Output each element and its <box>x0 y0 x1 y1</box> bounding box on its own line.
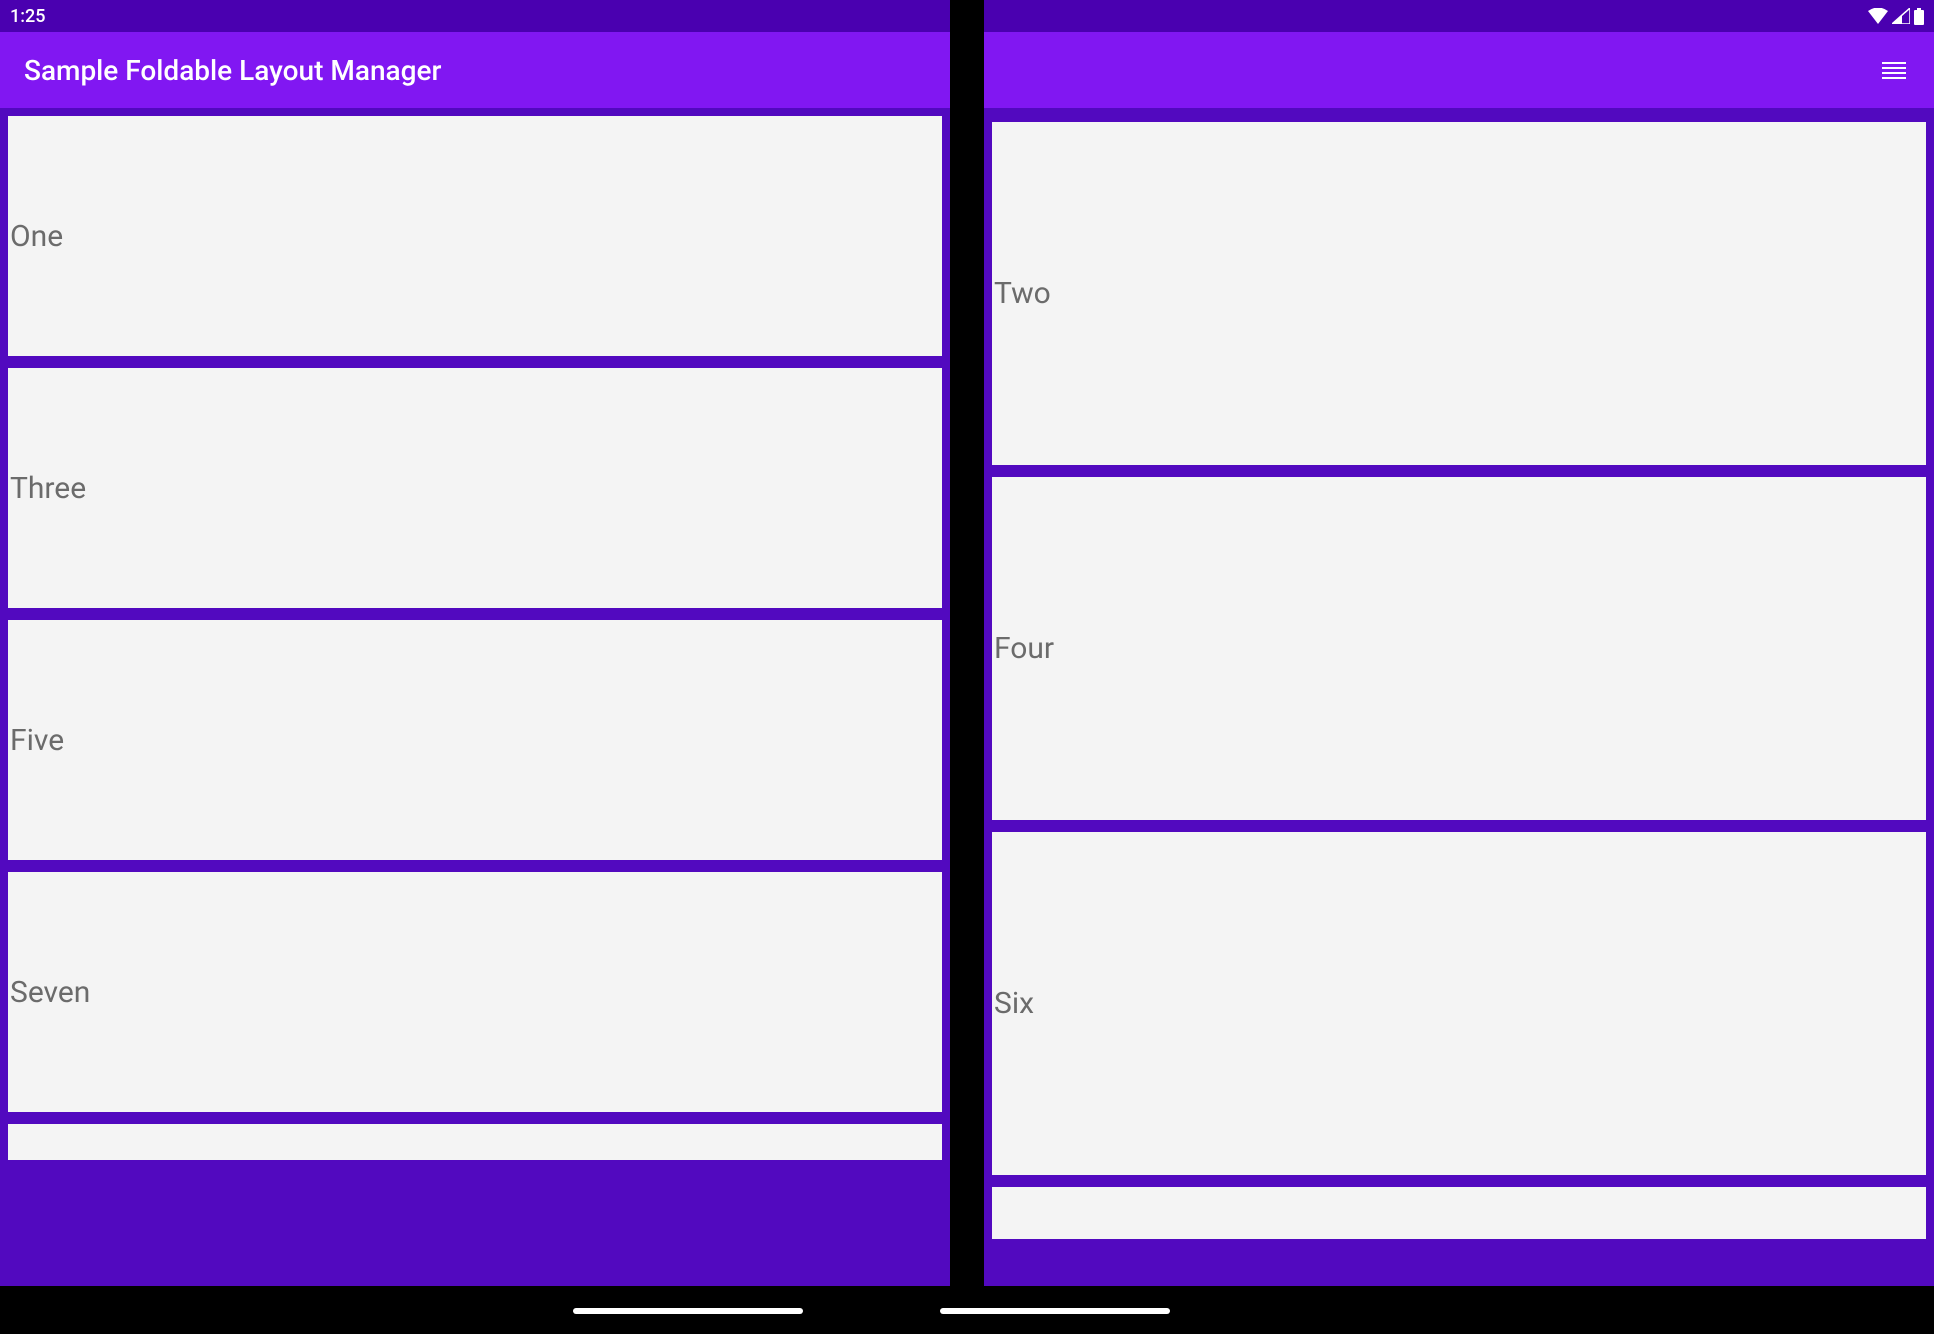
list-item-label: Three <box>10 471 86 506</box>
list-item[interactable]: Three <box>8 368 942 608</box>
right-screen: Two Four Six <box>984 0 1934 1286</box>
wifi-icon <box>1868 8 1888 24</box>
nav-handle-right[interactable] <box>940 1308 1170 1314</box>
status-icons <box>1868 8 1924 25</box>
menu-icon <box>1882 62 1906 79</box>
list-item-label: Seven <box>10 975 90 1010</box>
list-item[interactable]: One <box>8 116 942 356</box>
status-bar-right <box>984 0 1934 32</box>
list-item[interactable]: Six <box>992 832 1926 1175</box>
device-container: 1:25 Sample Foldable Layout Manager One … <box>0 0 1934 1286</box>
app-bar-left: Sample Foldable Layout Manager <box>0 32 950 108</box>
content-area-right[interactable]: Two Four Six <box>984 108 1934 1286</box>
list-item[interactable] <box>992 1187 1926 1239</box>
list-item[interactable]: Four <box>992 477 1926 820</box>
list-item[interactable]: Five <box>8 620 942 860</box>
nav-handle-left[interactable] <box>573 1308 803 1314</box>
list-item-label: Four <box>994 631 1054 666</box>
content-area-left[interactable]: One Three Five Seven <box>0 108 950 1286</box>
battery-icon <box>1914 8 1924 25</box>
list-item[interactable]: Seven <box>8 872 942 1112</box>
left-screen: 1:25 Sample Foldable Layout Manager One … <box>0 0 950 1286</box>
list-item-label: One <box>10 219 63 254</box>
app-bar-right <box>984 32 1934 108</box>
status-bar-left: 1:25 <box>0 0 950 32</box>
navigation-bar <box>0 1286 1934 1334</box>
list-item-label: Two <box>994 276 1051 311</box>
signal-icon <box>1892 8 1910 24</box>
hinge <box>950 0 984 1286</box>
status-time: 1:25 <box>10 6 45 27</box>
list-item-label: Six <box>994 986 1034 1021</box>
app-title: Sample Foldable Layout Manager <box>24 54 441 87</box>
list-item-label: Five <box>10 723 64 758</box>
menu-button[interactable] <box>1878 58 1910 83</box>
list-item[interactable] <box>8 1124 942 1160</box>
list-item[interactable]: Two <box>992 122 1926 465</box>
status-time-container: 1:25 <box>10 6 45 27</box>
